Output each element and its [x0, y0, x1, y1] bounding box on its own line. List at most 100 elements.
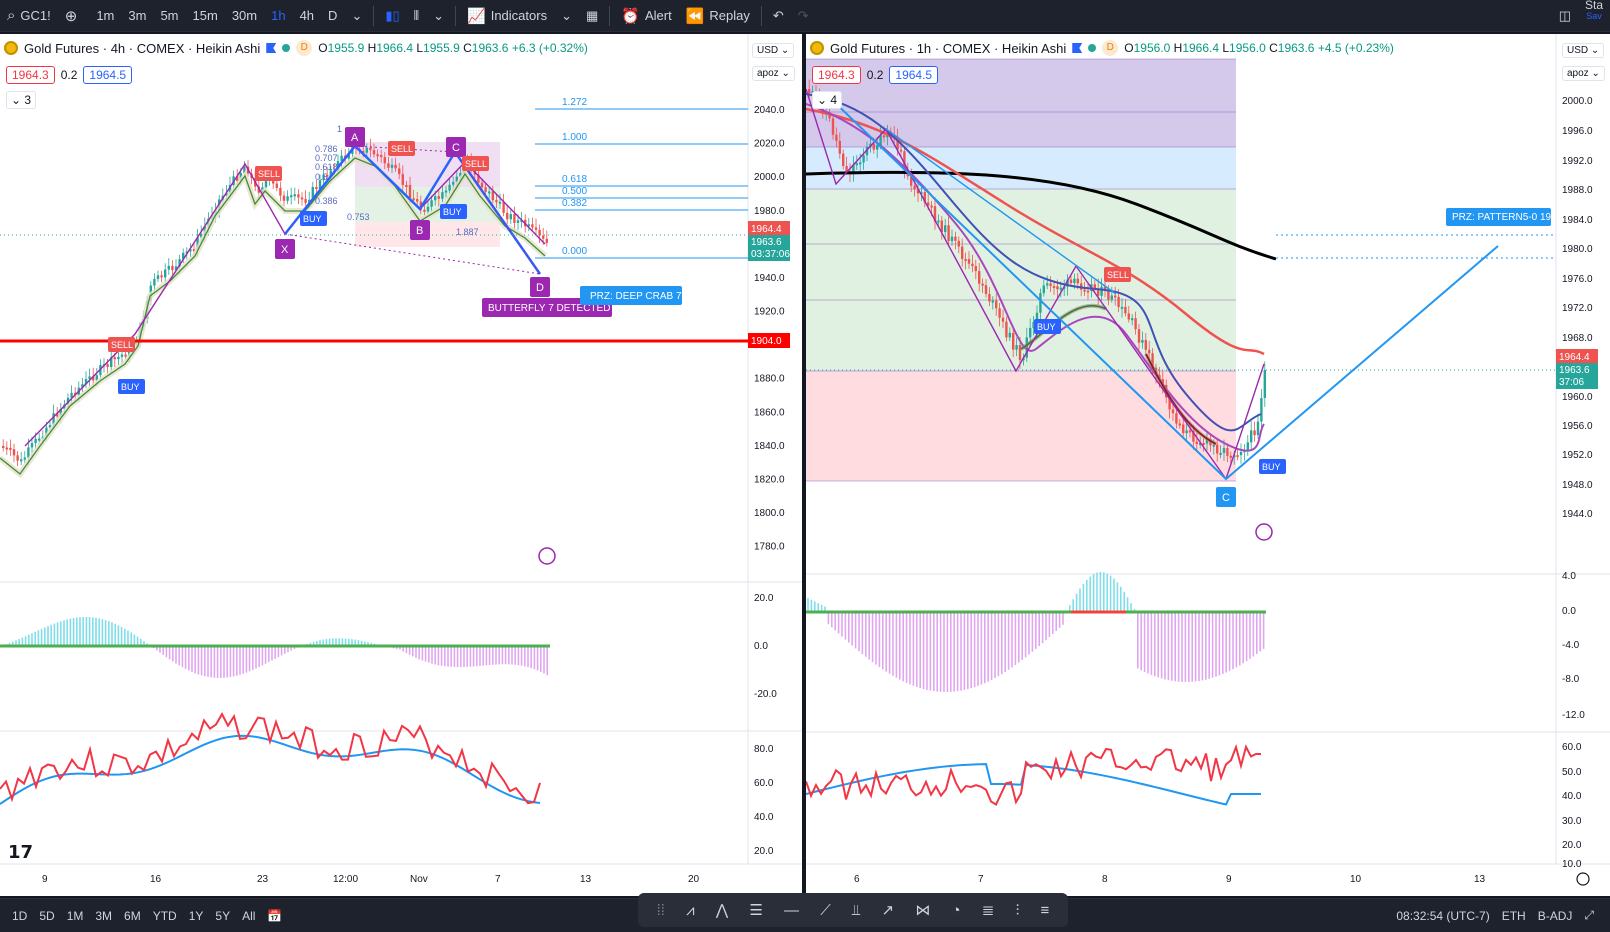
interval-4h[interactable]: 4h — [293, 0, 321, 32]
layout-toggle-icon[interactable]: ◫ — [1552, 0, 1578, 32]
candle-body — [876, 145, 879, 150]
range-1d[interactable]: 1D — [6, 909, 33, 923]
fib-circle-icon[interactable]: ◔ — [952, 902, 961, 919]
indicators-chevron-icon[interactable]: ⌄ — [554, 0, 579, 32]
scale-mode-select[interactable]: apoz ⌄ — [752, 66, 795, 81]
fib-channel-icon[interactable]: ≣ — [982, 901, 995, 919]
osc-tick-label: -12.0 — [1562, 710, 1585, 721]
fib-retracement-icon[interactable]: ☰ — [749, 901, 762, 919]
candle-body — [1059, 287, 1062, 290]
fib-time-icon[interactable]: ⫶ — [1016, 902, 1020, 919]
candle-body — [1046, 283, 1049, 286]
interval-3m[interactable]: 3m — [121, 0, 153, 32]
trend-line-icon[interactable]: ⟋ — [820, 902, 831, 919]
buy-price-button[interactable]: 1964.5 — [889, 66, 939, 84]
right-chart-canvas[interactable]: 2000.0 1996.0 1992.0 1988.0 1984.0 1980.0 1976… — [806, 34, 1610, 896]
abcd-pattern-icon[interactable]: ⋀ — [716, 901, 728, 919]
pattern-ratio-label: 0.5 — [315, 172, 328, 182]
interval-1m[interactable]: 1m — [89, 0, 121, 32]
replay-button[interactable]: ⏪ Replay — [679, 0, 757, 32]
candle-body — [545, 238, 548, 243]
save-button[interactable]: Sta Sav — [1578, 0, 1610, 32]
interval-dropdown-chevron-icon[interactable]: ⌄ — [344, 0, 369, 32]
sell-price-button[interactable]: 1964.3 — [812, 66, 861, 84]
currency-select[interactable]: USD ⌄ — [1562, 43, 1605, 58]
date-range-calendar-icon[interactable]: 📅 — [261, 909, 288, 923]
pattern-ratio-label: 1 — [337, 124, 342, 134]
elliott-wave-icon[interactable]: ⋈ — [915, 901, 930, 919]
range-1y[interactable]: 1Y — [183, 909, 210, 923]
session-toggle[interactable]: ETH — [1496, 909, 1532, 923]
price-tick-label: 2020.0 — [754, 139, 785, 150]
undo-icon[interactable]: ↶ — [766, 0, 791, 32]
fib-level-label: 1.272 — [562, 97, 587, 108]
candles-icon[interactable]: ▮▯ — [378, 0, 406, 32]
indicators-icon: 📈 — [467, 7, 486, 25]
candle-body — [444, 190, 448, 193]
flag-icon[interactable] — [266, 43, 277, 53]
interval-1h[interactable]: 1h — [264, 0, 292, 32]
fib-fan-icon[interactable]: ≡ — [1041, 902, 1050, 919]
maximize-icon[interactable]: ⤢ — [1578, 908, 1600, 923]
left-chart-pane[interactable]: 2040.02020.02000.01980.01960.01940.01920… — [0, 34, 802, 896]
candle-body — [376, 154, 379, 157]
range-3m[interactable]: 3M — [89, 909, 118, 923]
interval-15m[interactable]: 15m — [186, 0, 225, 32]
sell-price-button[interactable]: 1964.3 — [6, 66, 55, 84]
candle-body — [488, 191, 491, 194]
range-all[interactable]: All — [236, 909, 261, 923]
rsi-tick-label: 40.0 — [754, 812, 774, 823]
range-5y[interactable]: 5Y — [209, 909, 236, 923]
ray-icon[interactable]: ↗ — [882, 901, 895, 919]
lightning-icon — [538, 547, 556, 565]
currency-select[interactable]: USD ⌄ — [752, 43, 795, 58]
compare-button[interactable]: ⊕ — [58, 0, 90, 32]
candle-body — [1052, 285, 1056, 288]
candle-body — [1100, 286, 1103, 296]
range-5d[interactable]: 5D — [33, 909, 60, 923]
interval-d[interactable]: D — [321, 0, 344, 32]
xabcd-pattern-icon[interactable]: ⩘ — [686, 902, 694, 919]
candle-body — [1236, 455, 1239, 458]
horizontal-line-icon[interactable]: — — [784, 902, 799, 919]
symbol-search[interactable]: ⌕ GC1! — [0, 0, 58, 32]
indicators-collapse-button[interactable]: ⌄ 3 — [6, 91, 37, 109]
flag-icon[interactable] — [1072, 43, 1083, 53]
candle-body — [412, 198, 415, 201]
range-6m[interactable]: 6M — [118, 909, 147, 923]
candle-body — [1178, 423, 1181, 426]
indicators-button[interactable]: 📈 Indicators — [460, 0, 554, 32]
interval-5m[interactable]: 5m — [153, 0, 185, 32]
gold-coin-icon — [810, 41, 824, 55]
left-chart-canvas[interactable]: 2040.02020.02000.01980.01960.01940.01920… — [0, 34, 802, 896]
range-1m[interactable]: 1M — [61, 909, 90, 923]
right-chart-pane[interactable]: 2000.0 1996.0 1992.0 1988.0 1984.0 1980.0 1976… — [806, 34, 1610, 896]
scale-mode-select[interactable]: apoz ⌄ — [1562, 66, 1605, 81]
bar-type-icon[interactable]: ⫴ — [407, 0, 426, 32]
candle-body — [1110, 295, 1113, 300]
time-tick-label: Nov — [410, 874, 428, 885]
redo-icon[interactable]: ↷ — [791, 0, 816, 32]
candle-body — [286, 196, 289, 201]
alert-button[interactable]: ⏰ Alert — [614, 0, 678, 32]
layout-grid-icon[interactable]: ▦ — [579, 0, 605, 32]
prz-label: PRZ: DEEP CRAB 7 — [590, 291, 682, 302]
signal-label: SELL — [391, 144, 413, 154]
candle-body — [1056, 286, 1059, 290]
buy-price-button[interactable]: 1964.5 — [83, 66, 133, 84]
drag-handle-icon[interactable]: ⁞⁞ — [657, 902, 665, 919]
clock-time[interactable]: 08:32:54 (UTC-7) — [1390, 909, 1495, 923]
indicators-collapse-button[interactable]: ⌄ 4 — [812, 91, 843, 109]
price-axis-bg — [748, 34, 802, 896]
rsi-line — [0, 712, 541, 805]
interval-30m[interactable]: 30m — [225, 0, 264, 32]
rsi-tick-label: 80.0 — [754, 744, 774, 755]
candle-body — [426, 206, 430, 212]
signal-label: BUY — [1037, 322, 1056, 332]
pitchfork-icon[interactable]: ⫫ — [852, 902, 860, 919]
adjustment-toggle[interactable]: B-ADJ — [1532, 909, 1579, 923]
chart-type-chevron-icon[interactable]: ⌄ — [426, 0, 451, 32]
candle-body — [156, 275, 160, 279]
candle-body — [967, 259, 971, 264]
range-ytd[interactable]: YTD — [147, 909, 183, 923]
